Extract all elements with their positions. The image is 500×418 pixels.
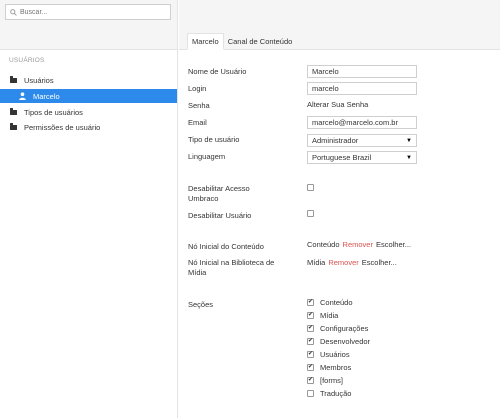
section-item-traducao[interactable]: Tradução (307, 388, 351, 398)
content-start-choose-link[interactable]: Escolher... (376, 240, 411, 249)
sidebar-item-usuarios[interactable]: Usuários (0, 73, 177, 87)
language-value: Portuguese Brazil (312, 153, 372, 162)
section-checkbox[interactable] (307, 389, 314, 397)
language-select[interactable]: Portuguese Brazil ▼ (307, 151, 417, 164)
section-label: Tradução (320, 388, 352, 398)
caret-down-icon: ▼ (406, 154, 412, 161)
section-checkbox[interactable] (307, 350, 314, 358)
folder-icon (9, 76, 17, 84)
folder-icon (9, 108, 17, 116)
change-password-link[interactable]: Alterar Sua Senha (307, 100, 368, 109)
sidebar-item-tipos-de-usuarios[interactable]: Tipos de usuários (0, 105, 177, 119)
section-item-membros[interactable]: Membros (307, 362, 351, 372)
section-checkbox[interactable] (307, 324, 314, 332)
section-item-configuracoes[interactable]: Configurações (307, 323, 368, 333)
section-item-midia[interactable]: Mídia (307, 310, 338, 320)
username-field[interactable]: Marcelo (307, 65, 417, 78)
content-start-remove-link[interactable]: Remover (343, 240, 373, 249)
media-start-choose-link[interactable]: Escolher... (362, 258, 397, 267)
login-label: Login (188, 84, 207, 93)
section-checkbox[interactable] (307, 376, 314, 384)
caret-down-icon: ▼ (406, 137, 412, 144)
section-label: Membros (320, 362, 352, 372)
content-start-label: Nó Inicial do Conteúdo (188, 242, 264, 251)
password-label: Senha (188, 101, 210, 110)
sidebar-item-label: Usuários (24, 75, 54, 85)
section-item-desenvolvedor[interactable]: Desenvolvedor (307, 336, 370, 346)
sidebar-section-title: USUÁRIOS (9, 57, 45, 64)
disable-umbraco-checkbox[interactable] (307, 184, 314, 191)
search-icon (10, 8, 17, 16)
language-label: Linguagem (188, 152, 226, 161)
sidebar-item-label: Marcelo (33, 91, 60, 101)
media-start-picker: Mídia Remover Escolher... (307, 258, 397, 267)
tab-canal-de-conteudo[interactable]: Canal de Conteúdo (224, 33, 297, 50)
section-label: Usuários (320, 349, 350, 359)
section-label: Mídia (320, 310, 339, 320)
usertype-label: Tipo de usuário (188, 135, 240, 144)
email-field[interactable]: marcelo@marcelo.com.br (307, 116, 417, 129)
section-item-usuarios[interactable]: Usuários (307, 349, 350, 359)
section-label: Desenvolvedor (320, 336, 371, 346)
search-box[interactable] (5, 4, 171, 20)
sections-label: Seções (188, 300, 214, 309)
user-icon (18, 92, 26, 100)
tab-bar: Marcelo Canal de Conteúdo (187, 33, 296, 50)
section-item-conteudo[interactable]: Conteúdo (307, 297, 353, 307)
section-label: [forms] (320, 375, 343, 385)
section-label: Configurações (320, 323, 369, 333)
media-start-label: Nó Inicial na Biblioteca de Mídia (188, 258, 275, 277)
login-field[interactable]: marcelo (307, 82, 417, 95)
tab-marcelo[interactable]: Marcelo (187, 33, 224, 50)
folder-icon (9, 123, 17, 131)
section-checkbox[interactable] (307, 298, 314, 306)
section-checkbox[interactable] (307, 311, 314, 319)
sidebar-item-label: Tipos de usuários (24, 107, 83, 117)
sidebar-item-marcelo[interactable]: Marcelo (0, 89, 177, 103)
search-area (0, 0, 177, 50)
section-item-forms[interactable]: [forms] (307, 375, 343, 385)
username-label: Nome de Usuário (188, 67, 247, 76)
sidebar: USUÁRIOS Usuários Marcelo Tipos de usuár… (0, 0, 178, 418)
email-label: Email (188, 118, 207, 127)
content-start-current: Conteúdo (307, 240, 340, 249)
disable-umbraco-label: Desabilitar Acesso Umbraco (188, 184, 250, 203)
usertype-value: Administrador (312, 136, 359, 145)
section-checkbox[interactable] (307, 337, 314, 345)
usertype-select[interactable]: Administrador ▼ (307, 134, 417, 147)
media-start-remove-link[interactable]: Remover (328, 258, 358, 267)
media-start-current: Mídia (307, 258, 326, 267)
sidebar-item-label: Permissões de usuário (24, 122, 101, 132)
disable-user-label: Desabilitar Usuário (188, 211, 252, 220)
section-checkbox[interactable] (307, 363, 314, 371)
section-label: Conteúdo (320, 297, 353, 307)
sidebar-item-permissoes-de-usuario[interactable]: Permissões de usuário (0, 120, 177, 134)
search-input[interactable] (20, 8, 160, 16)
disable-user-checkbox[interactable] (307, 210, 314, 217)
content-start-picker: Conteúdo Remover Escolher... (307, 240, 411, 249)
